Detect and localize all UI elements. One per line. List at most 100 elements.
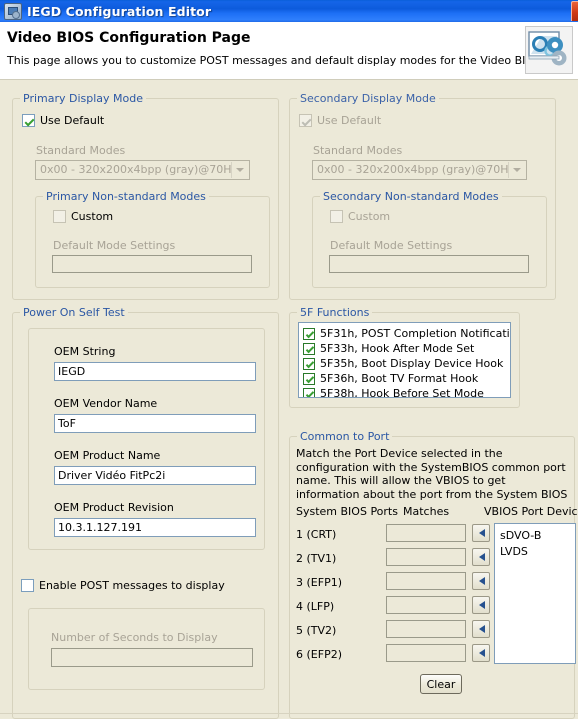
clear-button[interactable]: Clear [420,674,462,694]
check-icon[interactable] [303,342,315,355]
arrow-left-icon-3[interactable] [472,572,490,590]
secondary-custom-checkbox[interactable] [330,210,343,223]
primary-custom-label: Custom [71,210,114,223]
group-common-to-port: Common to Port Match the Port Device sel… [289,430,578,719]
window-title: IEGD Configuration Editor [27,3,212,19]
close-icon[interactable] [571,1,578,21]
seconds-to-display-label: Number of Seconds to Display [51,631,218,644]
list-item-label: 5F31h, POST Completion Notification [320,327,511,340]
chevron-down-icon[interactable] [231,162,248,178]
page-title: Video BIOS Configuration Page [7,30,251,46]
group-title-secondary-display-mode: Secondary Display Mode [297,92,439,105]
list-item[interactable]: sDVO-B [495,527,575,543]
arrow-left-icon-2[interactable] [472,548,490,566]
page-body: Primary Display Mode Use Default Standar… [0,80,578,719]
page-subtitle: This page allows you to customize POST m… [7,54,545,67]
secondary-default-mode-settings-label: Default Mode Settings [330,239,453,252]
vbios-port-devices-listbox[interactable]: sDVO-B LVDS [494,523,576,664]
column-header-devices: VBIOS Port Devices [484,505,578,518]
monitor-gears-icon [525,26,573,74]
match-input-5[interactable] [386,620,466,638]
port-label-3: 3 (EFP1) [296,576,342,589]
group-secondary-nonstandard-modes: Secondary Non-standard Modes Custom Defa… [312,190,547,288]
title-bar: IEGD Configuration Editor [0,0,578,22]
list-item-label: 5F35h, Boot Display Device Hook [320,357,504,370]
list-item-label: 5F33h, Hook After Mode Set [320,342,475,355]
primary-custom-checkbox[interactable] [53,210,66,223]
check-icon[interactable] [303,327,315,340]
application-window: IEGD Configuration Editor Video BIOS Con… [0,0,578,719]
check-icon[interactable] [303,372,315,385]
group-power-on-self-test: Power On Self Test OEM String IEGD OEM V… [12,306,279,719]
column-header-matches: Matches [403,505,450,518]
list-item-label: 5F38h, Hook Before Set Mode [320,387,484,398]
port-label-1: 1 (CRT) [296,528,337,541]
primary-standard-modes-combobox[interactable]: 0x00 - 320x200x4bpp (gray)@70Hz [35,160,250,180]
group-secondary-display-mode: Secondary Display Mode Use Default Stand… [289,92,556,300]
match-input-2[interactable] [386,548,466,566]
group-title-common-to-port: Common to Port [297,430,393,443]
group-title-primary-display-mode: Primary Display Mode [20,92,147,105]
list-item-label: 5F36h, Boot TV Format Hook [320,372,479,385]
column-header-ports: System BIOS Ports [296,505,398,518]
bottom-divider [0,713,578,714]
arrow-left-icon-1[interactable] [472,524,490,542]
secondary-standard-modes-value: 0x00 - 320x200x4bpp (gray)@70Hz [317,163,515,176]
port-label-2: 2 (TV1) [296,552,337,565]
arrow-left-icon-6[interactable] [472,644,490,662]
oem-vendor-name-label: OEM Vendor Name [54,397,158,410]
match-input-3[interactable] [386,572,466,590]
oem-string-input[interactable]: IEGD [54,362,256,381]
list-item[interactable]: 5F38h, Hook Before Set Mode [299,386,510,398]
enable-post-messages-checkbox[interactable] [21,579,34,592]
seconds-to-display-input[interactable] [51,648,253,667]
primary-default-mode-settings-input[interactable] [52,255,252,273]
group-primary-nonstandard-modes: Primary Non-standard Modes Custom Defaul… [35,190,270,288]
list-item-label: LVDS [500,544,528,558]
secondary-use-default-checkbox[interactable] [299,114,312,127]
arrow-left-icon-5[interactable] [472,620,490,638]
oem-string-label: OEM String [54,345,116,358]
primary-standard-modes-label: Standard Modes [36,144,126,157]
secondary-use-default-label: Use Default [317,114,382,127]
match-input-1[interactable] [386,524,466,542]
match-input-4[interactable] [386,596,466,614]
group-5f-functions: 5F Functions 5F31h, POST Completion Noti… [289,306,520,408]
page-header: Video BIOS Configuration Page This page … [0,22,578,80]
group-title-primary-nonstandard-modes: Primary Non-standard Modes [43,190,209,203]
5f-functions-listbox[interactable]: 5F31h, POST Completion Notification 5F33… [298,322,511,398]
list-item[interactable]: 5F36h, Boot TV Format Hook [299,371,510,386]
arrow-left-icon-4[interactable] [472,596,490,614]
secondary-default-mode-settings-input[interactable] [329,255,529,273]
port-label-5: 5 (TV2) [296,624,337,637]
check-icon[interactable] [303,357,315,370]
list-item[interactable]: 5F33h, Hook After Mode Set [299,341,510,356]
oem-product-revision-label: OEM Product Revision [54,501,174,514]
oem-vendor-name-input[interactable]: ToF [54,414,256,433]
list-item[interactable]: 5F35h, Boot Display Device Hook [299,356,510,371]
secondary-custom-label: Custom [348,210,391,223]
secondary-standard-modes-label: Standard Modes [313,144,403,157]
check-icon[interactable] [303,387,315,397]
primary-standard-modes-value: 0x00 - 320x200x4bpp (gray)@70Hz [40,163,238,176]
oem-product-revision-input[interactable]: 10.3.1.127.191 [54,518,256,537]
port-label-4: 4 (LFP) [296,600,335,613]
list-item[interactable]: 5F31h, POST Completion Notification [299,326,510,341]
chevron-down-icon[interactable] [508,162,525,178]
group-title-5f-functions: 5F Functions [297,306,373,319]
app-window-gear-icon [4,2,22,20]
list-item[interactable]: LVDS [495,543,575,559]
group-title-secondary-nonstandard-modes: Secondary Non-standard Modes [320,190,502,203]
group-oem-fields: OEM String IEGD OEM Vendor Name ToF OEM … [28,328,265,550]
group-primary-display-mode: Primary Display Mode Use Default Standar… [12,92,279,300]
primary-default-mode-settings-label: Default Mode Settings [53,239,176,252]
oem-product-name-label: OEM Product Name [54,449,161,462]
match-input-6[interactable] [386,644,466,662]
secondary-standard-modes-combobox[interactable]: 0x00 - 320x200x4bpp (gray)@70Hz [312,160,527,180]
primary-use-default-checkbox[interactable] [22,114,35,127]
port-label-6: 6 (EFP2) [296,648,342,661]
primary-use-default-label: Use Default [40,114,105,127]
list-item-label: sDVO-B [500,528,542,542]
common-to-port-description: Match the Port Device selected in the co… [296,447,568,501]
oem-product-name-input[interactable]: Driver Vidéo FitPc2i [54,466,256,485]
